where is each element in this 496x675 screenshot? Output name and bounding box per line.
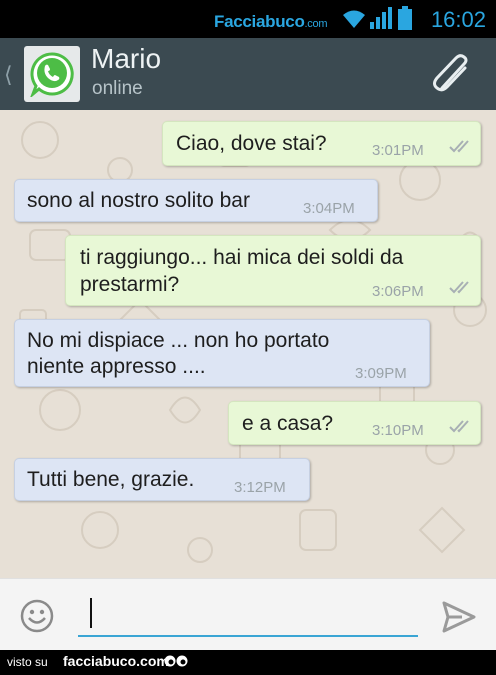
message-time: 3:12PM xyxy=(234,479,286,496)
whatsapp-logo-icon xyxy=(30,52,74,97)
status-clock: 16:02 xyxy=(430,7,486,32)
visto-label: visto su xyxy=(7,655,48,669)
message-text: Tutti bene, grazie. xyxy=(27,468,195,491)
back-chevron-icon[interactable]: ⟨ xyxy=(4,62,18,88)
message-text: Ciao, dove stai? xyxy=(176,132,327,155)
eyes-logo-icon xyxy=(164,655,188,667)
message-bubble-incoming[interactable]: Tutti bene, grazie. 3:12PM xyxy=(14,458,310,501)
wifi-icon xyxy=(343,10,365,28)
message-time: 3:01PM xyxy=(372,142,424,159)
status-bar-brand: Facciabuco.com xyxy=(214,12,328,31)
status-bar: Facciabuco.com 16:02 xyxy=(0,0,496,38)
watermark-site: facciabuco.com xyxy=(63,653,169,669)
message-text-line-1: No mi dispiace ... non ho portato xyxy=(27,329,330,352)
message-bubble-incoming[interactable]: sono al nostro solito bar 3:04PM xyxy=(14,179,378,222)
read-ticks-icon xyxy=(449,420,469,433)
message-time: 3:09PM xyxy=(355,365,407,382)
message-time: 3:10PM xyxy=(372,422,424,439)
chat-header: ⟨ Mario online xyxy=(0,38,496,110)
watermark-footer: visto su facciabuco.com xyxy=(0,650,496,675)
message-time: 3:04PM xyxy=(303,200,355,217)
chat-messages-area[interactable]: Ciao, dove stai? 3:01PM sono al nostro s… xyxy=(0,110,496,578)
contact-status: online xyxy=(92,78,143,99)
message-bubble-incoming[interactable]: No mi dispiace ... non ho portato niente… xyxy=(14,319,430,387)
message-bubble-outgoing[interactable]: e a casa? 3:10PM xyxy=(228,401,481,445)
message-bubble-outgoing[interactable]: Ciao, dove stai? 3:01PM xyxy=(162,121,481,166)
avatar[interactable] xyxy=(24,46,80,102)
read-ticks-icon xyxy=(449,140,469,153)
contact-name[interactable]: Mario xyxy=(91,43,161,75)
paperclip-attach-icon[interactable] xyxy=(430,54,476,94)
message-text-line-2: prestarmi? xyxy=(80,273,180,296)
message-text: e a casa? xyxy=(242,412,334,435)
message-time: 3:06PM xyxy=(372,283,424,300)
message-composer xyxy=(0,578,496,650)
battery-icon xyxy=(398,6,412,30)
read-ticks-icon xyxy=(449,281,469,294)
message-text: sono al nostro solito bar xyxy=(27,189,250,212)
text-cursor xyxy=(90,598,92,628)
emoji-smiley-icon[interactable] xyxy=(20,599,54,633)
message-bubble-outgoing[interactable]: ti raggiungo... hai mica dei soldi da pr… xyxy=(65,235,481,306)
send-arrow-icon[interactable] xyxy=(442,601,476,633)
signal-icon xyxy=(370,7,392,29)
message-input[interactable] xyxy=(78,593,418,637)
message-text-line-2: niente appresso .... xyxy=(27,355,206,378)
message-text-line-1: ti raggiungo... hai mica dei soldi da xyxy=(80,246,404,269)
